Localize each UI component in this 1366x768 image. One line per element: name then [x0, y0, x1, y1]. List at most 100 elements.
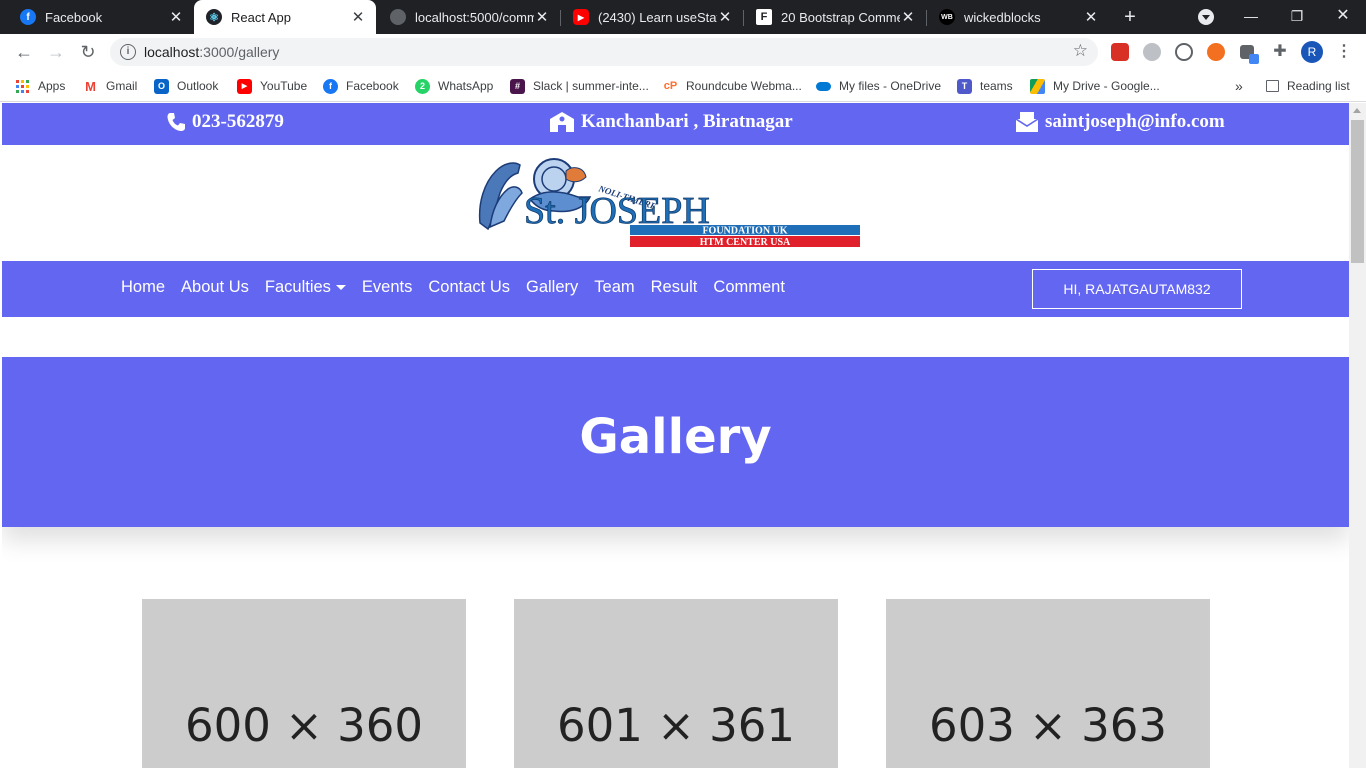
page-scrollbar[interactable]	[1349, 103, 1366, 768]
browser-tab-strip: f Facebook ✕ ⚛ React App ✕ localhost:500…	[0, 0, 1366, 34]
nav-team[interactable]: Team	[594, 278, 634, 297]
nav-links: Home About Us Faculties Events Contact U…	[121, 278, 801, 297]
bookmark-apps[interactable]: Apps	[16, 76, 65, 96]
nav-events[interactable]: Events	[362, 278, 412, 297]
nav-about-us[interactable]: About Us	[181, 278, 249, 297]
st-joseph-logo[interactable]: NOLI-TIMERE St. JOSEPH FOUNDATION UK HTM…	[474, 153, 864, 249]
tab-bootstrap-comments[interactable]: F 20 Bootstrap Commen ✕	[744, 0, 926, 34]
bookmark-label: My files - OneDrive	[839, 79, 942, 93]
dropdown-caret-icon	[335, 285, 346, 290]
tab-wickedblocks[interactable]: WB wickedblocks ✕	[927, 0, 1109, 34]
bookmark-roundcube[interactable]: cP Roundcube Webma...	[663, 76, 802, 96]
scroll-up-arrow-icon[interactable]	[1353, 108, 1361, 113]
cpanel-icon: cP	[663, 78, 678, 94]
close-icon[interactable]: ✕	[168, 8, 184, 26]
bookmark-outlook[interactable]: O Outlook	[154, 76, 218, 96]
tab-localhost-comments[interactable]: localhost:5000/comme ✕	[378, 0, 560, 34]
nav-contact-us[interactable]: Contact Us	[428, 278, 510, 297]
gallery-image-placeholder[interactable]: 600 × 360	[142, 599, 466, 768]
close-icon[interactable]: ✕	[1083, 8, 1099, 26]
contact-top-bar: 023-562879 Kanchanbari , Biratnagar sain…	[2, 103, 1349, 145]
tab-search-icon[interactable]	[1198, 9, 1214, 25]
contact-phone: 023-562879	[166, 111, 284, 133]
bookmarks-overflow-chevron-icon[interactable]: »	[1235, 76, 1243, 96]
close-icon[interactable]: ✕	[717, 8, 733, 26]
close-icon[interactable]: ✕	[350, 8, 366, 26]
page-title: Gallery	[579, 409, 772, 465]
nav-gallery[interactable]: Gallery	[526, 278, 578, 297]
contact-address: Kanchanbari , Biratnagar	[549, 111, 793, 133]
restore-icon[interactable]: ❐	[1274, 0, 1320, 34]
adblock-extension-icon[interactable]	[1111, 43, 1129, 61]
nav-faculties-dropdown[interactable]: Faculties	[265, 278, 346, 297]
placeholder-dimensions: 601 × 361	[556, 699, 796, 752]
extension-code-icon[interactable]	[1175, 43, 1193, 61]
bookmark-teams[interactable]: T teams	[957, 76, 1013, 96]
slack-icon: #	[510, 78, 525, 94]
facebook-icon: f	[20, 9, 36, 25]
tab-title: (2430) Learn useState	[598, 9, 717, 25]
address-text: Kanchanbari , Biratnagar	[581, 111, 793, 132]
url-text[interactable]: localhost:3000/gallery	[144, 44, 279, 60]
bookmark-label: Roundcube Webma...	[686, 79, 802, 93]
menu-kebab-icon[interactable]: ⋮	[1336, 41, 1352, 63]
site-info-icon[interactable]: i	[120, 44, 136, 60]
phone-icon	[167, 113, 185, 131]
minimize-icon[interactable]: —	[1228, 0, 1274, 34]
reload-icon[interactable]: ↻	[76, 40, 100, 64]
reading-list-button[interactable]: Reading list	[1266, 76, 1350, 96]
tab-title: 20 Bootstrap Commen	[781, 9, 900, 25]
gmail-icon: M	[83, 78, 98, 94]
scrollbar-thumb[interactable]	[1351, 120, 1364, 263]
nav-home[interactable]: Home	[121, 278, 165, 297]
tab-title: wickedblocks	[964, 9, 1041, 25]
bookmark-label: Apps	[38, 79, 66, 93]
school-building-icon	[550, 112, 574, 132]
profile-avatar[interactable]: R	[1301, 41, 1323, 63]
bookmark-slack[interactable]: # Slack | summer-inte...	[510, 76, 649, 96]
bookmark-label: My Drive - Google...	[1053, 79, 1160, 93]
tab-facebook[interactable]: f Facebook ✕	[8, 0, 194, 34]
bookmark-star-icon[interactable]: ☆	[1073, 41, 1088, 61]
new-tab-plus-icon[interactable]: +	[1118, 5, 1142, 29]
tab-youtube[interactable]: ▶ (2430) Learn useState ✕	[561, 0, 743, 34]
nav-comment[interactable]: Comment	[713, 278, 785, 297]
bookmark-label: Gmail	[106, 79, 138, 93]
globe-icon	[390, 9, 406, 25]
placeholder-dimensions: 603 × 363	[928, 699, 1168, 752]
close-icon[interactable]: ✕	[534, 8, 550, 26]
tab-react-app[interactable]: ⚛ React App ✕	[194, 0, 376, 34]
user-greeting-button[interactable]: HI, RAJATGAUTAM832	[1032, 269, 1242, 309]
whatsapp-icon: 2	[415, 78, 430, 94]
bookmark-youtube[interactable]: ▶ YouTube	[237, 76, 307, 96]
bookmark-whatsapp[interactable]: 2 WhatsApp	[415, 76, 493, 96]
tab-title: localhost:5000/comme	[415, 9, 534, 25]
gallery-hero-banner: Gallery	[2, 357, 1349, 527]
forward-arrow-icon[interactable]: →	[44, 40, 68, 64]
wickedblocks-icon: WB	[939, 9, 955, 25]
nav-faculties-label: Faculties	[264, 278, 331, 296]
main-navbar: Home About Us Faculties Events Contact U…	[2, 261, 1349, 317]
puzzle-extensions-icon[interactable]: ✚	[1271, 43, 1289, 61]
bookmark-onedrive[interactable]: My files - OneDrive	[816, 76, 941, 96]
bookmark-gmail[interactable]: M Gmail	[83, 76, 137, 96]
address-bar[interactable]: i localhost:3000/gallery ☆	[110, 38, 1098, 66]
bookmark-label: YouTube	[260, 79, 308, 93]
extension-arch-icon[interactable]	[1143, 43, 1161, 61]
close-window-icon[interactable]: ✕	[1320, 0, 1366, 34]
bookmark-label: teams	[980, 79, 1013, 93]
extension-orange-icon[interactable]	[1207, 43, 1225, 61]
gallery-image-placeholder[interactable]: 603 × 363	[886, 599, 1210, 768]
web-page: 023-562879 Kanchanbari , Biratnagar sain…	[2, 103, 1349, 768]
logo-foundation-uk: FOUNDATION UK	[702, 226, 787, 237]
bookmark-google-drive[interactable]: My Drive - Google...	[1030, 76, 1160, 96]
close-icon[interactable]: ✕	[900, 8, 916, 26]
apps-grid-icon	[16, 79, 29, 93]
nav-result[interactable]: Result	[651, 278, 698, 297]
back-arrow-icon[interactable]: ←	[12, 40, 36, 64]
teams-icon: T	[957, 78, 972, 94]
gallery-image-placeholder[interactable]: 601 × 361	[514, 599, 838, 768]
extension-badge-icon	[1249, 54, 1259, 64]
url-path: :3000/gallery	[199, 44, 280, 60]
bookmark-facebook[interactable]: f Facebook	[323, 76, 399, 96]
